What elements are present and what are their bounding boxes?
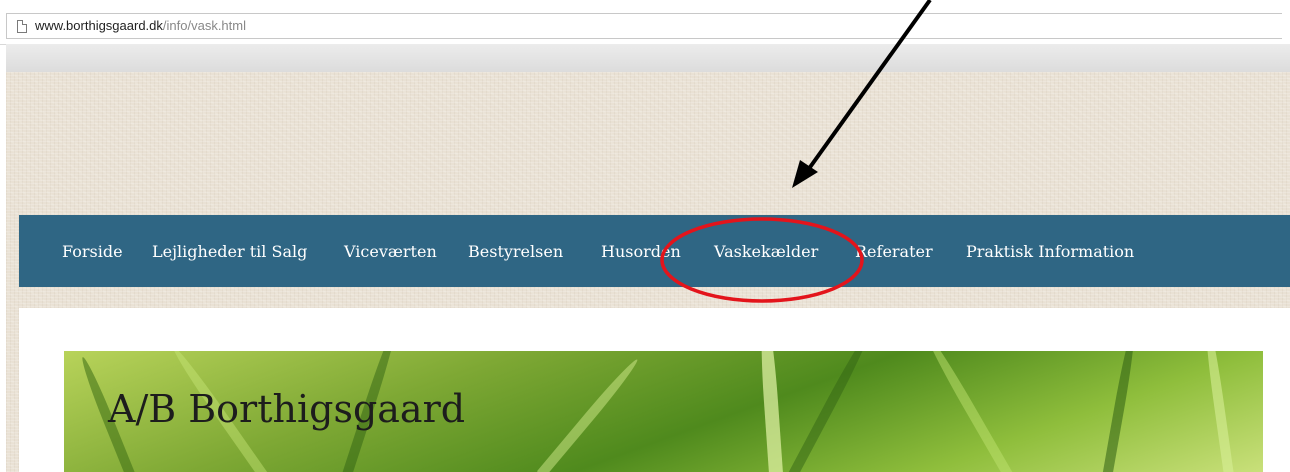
- site-title: A/B Borthigsgaard: [108, 387, 466, 431]
- url-field[interactable]: www.borthigsgaard.dk/info/vask.html: [6, 13, 1282, 39]
- nav-item-praktisk-information[interactable]: Praktisk Information: [966, 242, 1134, 261]
- url-host: www.borthigsgaard.dk: [35, 18, 163, 33]
- nav-item-husorden[interactable]: Husorden: [601, 242, 681, 261]
- address-bar: www.borthigsgaard.dk/info/vask.html: [0, 0, 1290, 45]
- nav-item-referater[interactable]: Referater: [855, 242, 933, 261]
- url-text[interactable]: www.borthigsgaard.dk/info/vask.html: [35, 18, 246, 33]
- url-path: /info/vask.html: [162, 18, 246, 33]
- nav-item-lejligheder-til-salg[interactable]: Lejligheder til Salg: [152, 242, 307, 261]
- nav-item-forside[interactable]: Forside: [62, 242, 123, 261]
- browser-toolbar-strip: [6, 44, 1290, 73]
- nav-item-bestyrelsen[interactable]: Bestyrelsen: [468, 242, 563, 261]
- nav-item-vaskekaelder[interactable]: Vaskekælder: [714, 242, 818, 261]
- main-navigation: Forside Lejligheder til Salg Viceværten …: [19, 215, 1290, 287]
- page-icon: [17, 20, 27, 33]
- nav-item-vicevaerten[interactable]: Viceværten: [344, 242, 437, 261]
